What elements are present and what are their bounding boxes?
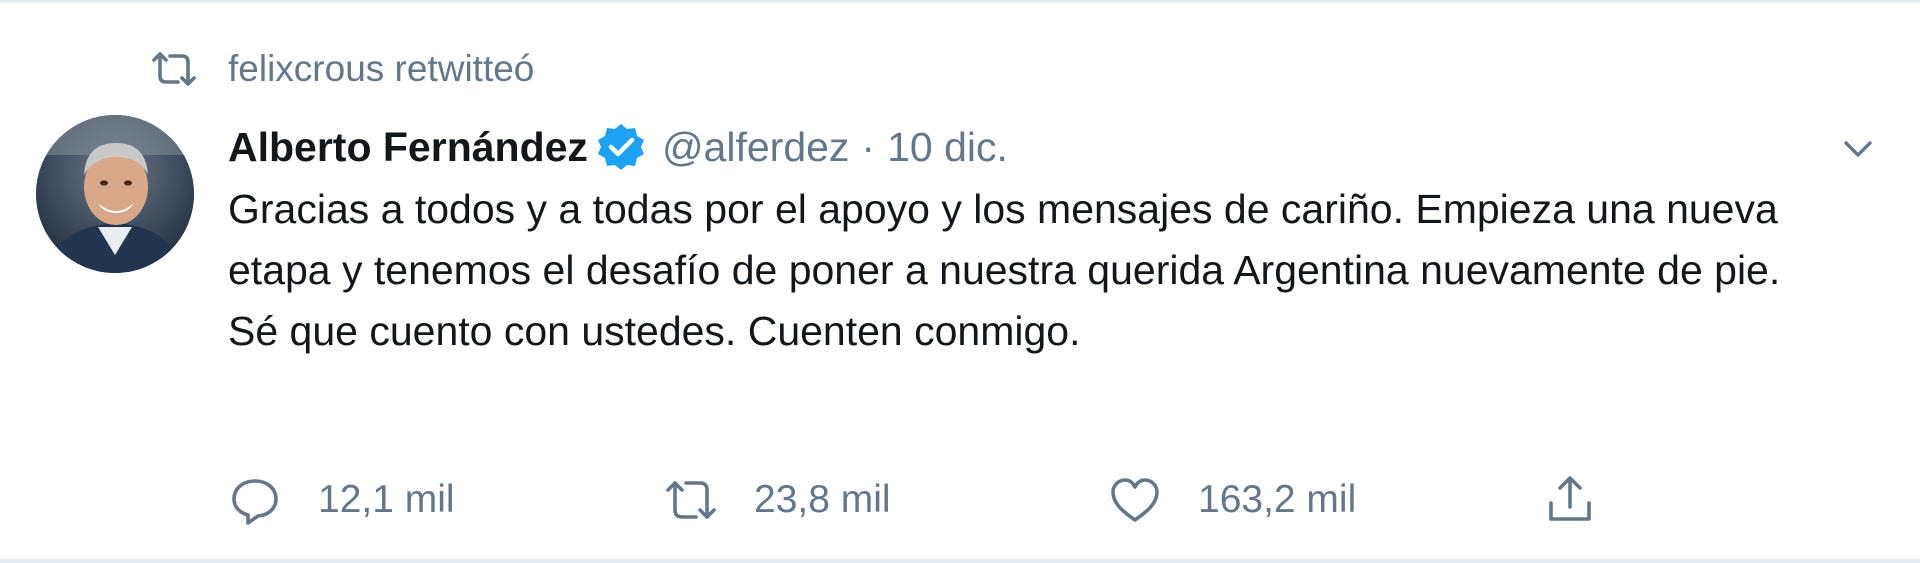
retweet-icon <box>152 52 196 86</box>
retweet-count: 23,8 mil <box>754 478 891 521</box>
tweet-body: Alberto Fernández @alferdez · 10 dic. Gr… <box>228 115 1878 362</box>
retweet-context-label[interactable]: felixcrous retwitteó <box>228 48 534 90</box>
author-handle[interactable]: @alferdez <box>662 124 849 171</box>
reply-icon <box>232 479 278 525</box>
separator-dot: · <box>861 123 876 170</box>
reply-button[interactable]: 12,1 mil <box>228 473 455 527</box>
reply-count: 12,1 mil <box>318 478 455 521</box>
tweet-text: Gracias a todos y a todas por el apoyo y… <box>228 186 1781 354</box>
avatar-photo <box>36 115 194 273</box>
share-icon <box>1549 476 1591 521</box>
retweet-icon <box>666 481 716 519</box>
retweet-button[interactable]: 23,8 mil <box>664 473 891 527</box>
like-count: 163,2 mil <box>1198 478 1357 521</box>
chevron-down-icon[interactable] <box>1838 129 1878 169</box>
author-name[interactable]: Alberto Fernández <box>228 124 588 171</box>
tweet-card[interactable]: felixcrous retwitteó Alberto Fernández @… <box>0 0 1920 563</box>
like-button[interactable]: 163,2 mil <box>1108 473 1356 527</box>
avatar[interactable] <box>36 115 194 273</box>
tweet-actions: 12,1 mil 23,8 mil 163,2 mil <box>228 465 1628 535</box>
share-button[interactable] <box>1543 473 1633 527</box>
retweet-context: felixcrous retwitteó <box>150 47 534 91</box>
tweet-header: Alberto Fernández @alferdez · 10 dic. <box>228 115 1878 179</box>
tweet-date[interactable]: 10 dic. <box>887 124 1008 171</box>
verified-badge-icon <box>597 124 644 170</box>
heart-icon <box>1111 478 1159 522</box>
